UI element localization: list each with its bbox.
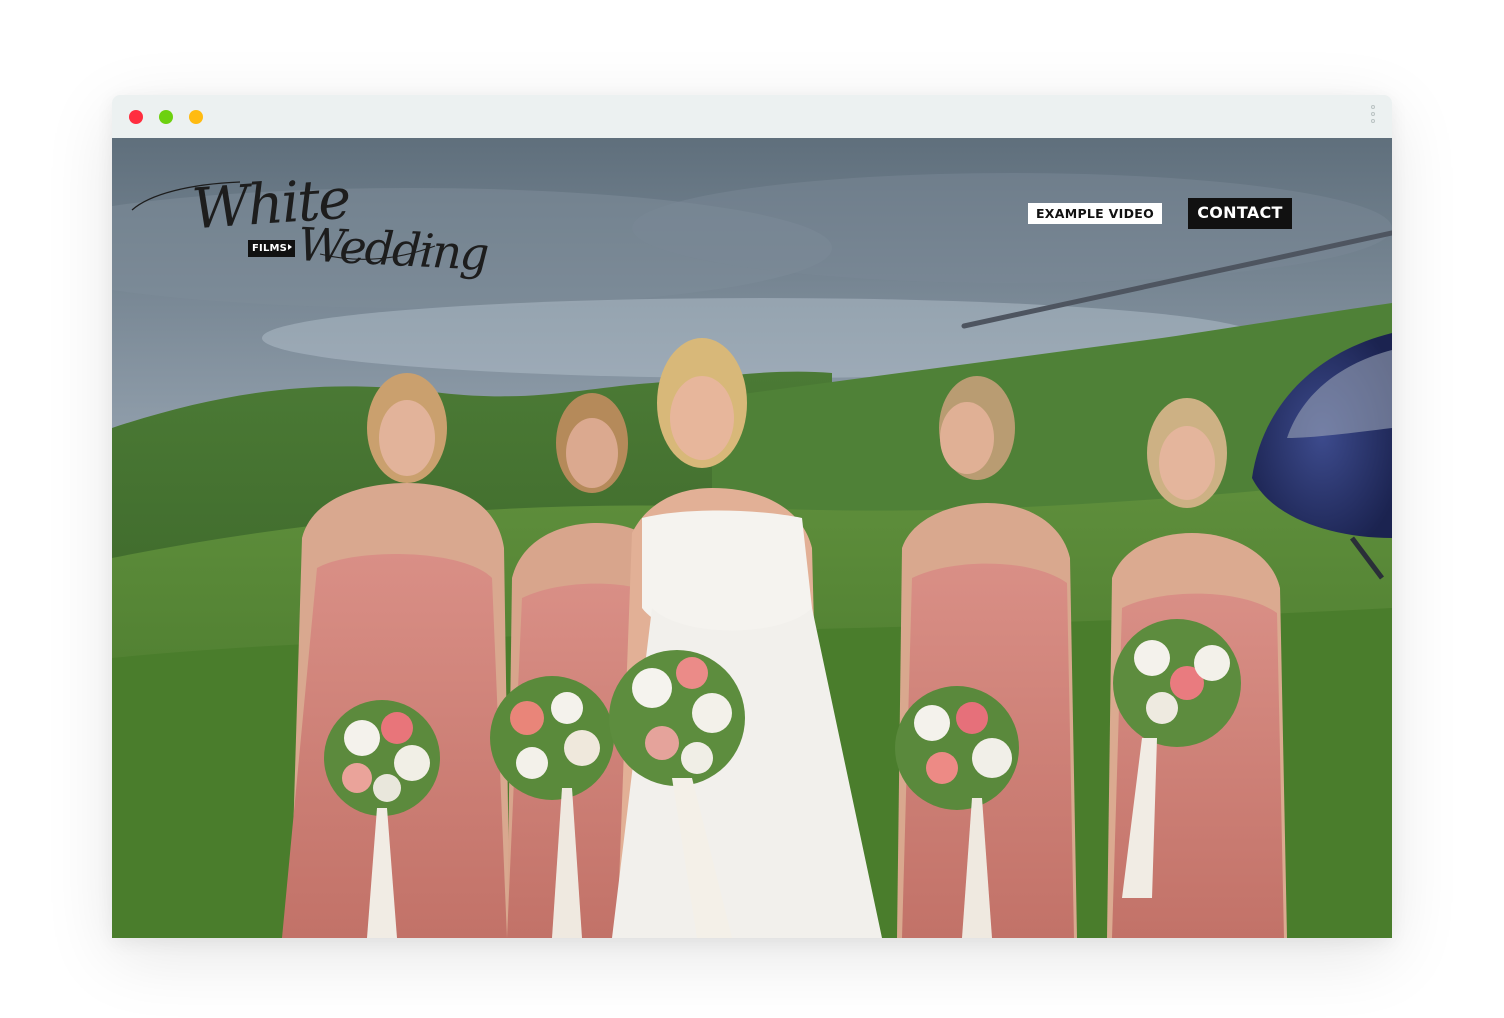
bouquet-3 xyxy=(609,650,745,786)
maximize-window-button[interactable] xyxy=(189,110,203,124)
films-badge-label: FILMS xyxy=(252,243,288,254)
kebab-menu-icon[interactable] xyxy=(1370,105,1378,129)
page-viewport: White Wedding FILMS EXAMPLE VIDEO CONTAC… xyxy=(112,138,1392,938)
browser-titlebar xyxy=(112,95,1392,138)
site-logo[interactable]: White Wedding FILMS xyxy=(130,164,489,281)
logo-line2: Wedding xyxy=(296,217,489,281)
close-window-button[interactable] xyxy=(129,110,143,124)
minimize-window-button[interactable] xyxy=(159,110,173,124)
bouquet-2 xyxy=(490,676,614,800)
films-badge: FILMS xyxy=(248,240,296,257)
bouquet-1 xyxy=(324,700,440,816)
browser-window: White Wedding FILMS EXAMPLE VIDEO CONTAC… xyxy=(112,95,1392,938)
contact-button[interactable]: CONTACT xyxy=(1188,198,1292,229)
example-video-button[interactable]: EXAMPLE VIDEO xyxy=(1028,203,1162,224)
play-icon xyxy=(288,244,293,250)
bouquet-4 xyxy=(895,686,1019,810)
bouquet-5 xyxy=(1113,619,1241,747)
